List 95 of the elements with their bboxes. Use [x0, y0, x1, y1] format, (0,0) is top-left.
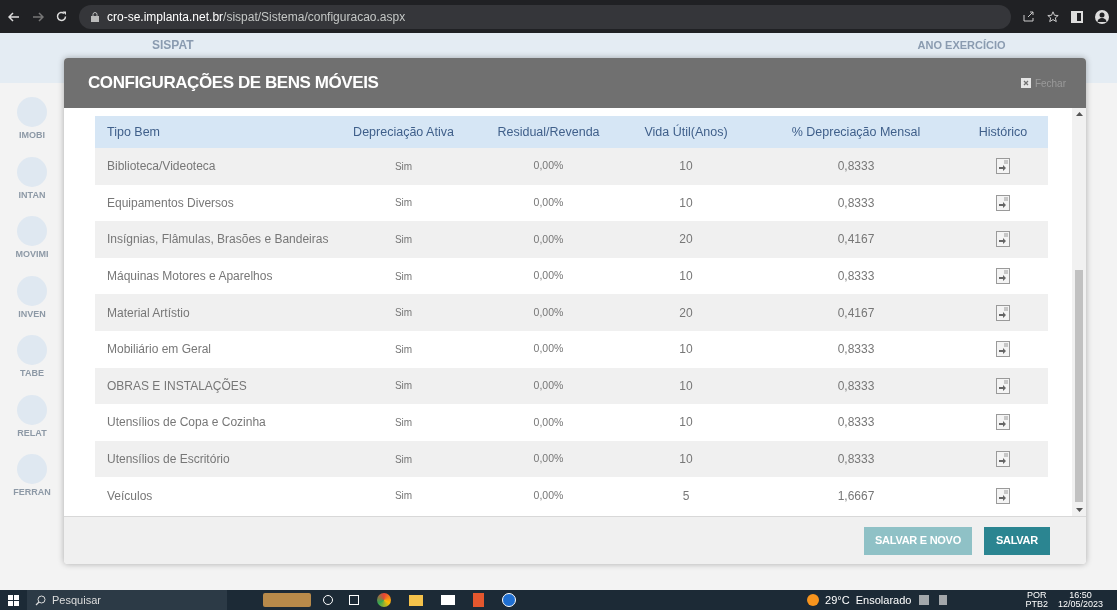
table-cell-text: 0,8333: [836, 451, 876, 469]
sidebar-icon[interactable]: [1071, 10, 1083, 23]
table-cell-text: Utensílios de Escritório: [106, 451, 231, 469]
table-cell-text: 1,6667: [836, 487, 876, 505]
column-header: Depreciação Ativa: [352, 123, 455, 141]
table-cell-text: Máquinas Motores e Aparelhos: [106, 268, 274, 286]
table-cell-text: Mobiliário em Geral: [106, 341, 213, 359]
table-cell-text: Sim: [393, 233, 414, 247]
table-cell-text: 0,8333: [836, 377, 876, 395]
weather-text[interactable]: 29°C Ensolarado: [825, 591, 912, 609]
table-cell-text: Sim: [393, 196, 414, 211]
column-header: % Depreciação Mensal: [790, 123, 922, 141]
dialog-title: CONFIGURAÇÕES DE BENS MÓVEIS: [88, 72, 379, 95]
chrome-icon[interactable]: [377, 593, 391, 607]
table-cell-text: 0,00%: [532, 341, 565, 357]
language-text[interactable]: POR: [1026, 591, 1047, 600]
table-cell-text: 0,00%: [532, 378, 565, 393]
table-cell-text: 10: [678, 377, 694, 395]
table-cell-text: 10: [678, 268, 694, 286]
year-label: ANO EXERCÍCIO: [917, 38, 1006, 52]
table-cell-text: 0,4167: [836, 231, 876, 249]
column-header: Vida Útil(Anos): [643, 123, 729, 141]
table-cell-text: Sim: [393, 269, 414, 284]
table-cell-text: Utensílios de Copa e Cozinha: [106, 414, 267, 432]
table-cell-text: Equipamentos Diversos: [106, 194, 235, 212]
table-cell-text: Sim: [393, 489, 414, 504]
table-cell-text: 10: [678, 341, 694, 359]
column-header: Histórico: [977, 123, 1029, 141]
taskbar-search-field[interactable]: Pesquisar: [27, 590, 227, 610]
scrollbar[interactable]: [1072, 108, 1086, 516]
sun-icon: [807, 594, 820, 606]
save-button[interactable]: SALVAR: [984, 526, 1050, 555]
close-icon: [1020, 78, 1031, 88]
table-cell-text: 5: [681, 487, 691, 505]
table-cell-text: 0,00%: [532, 487, 565, 503]
scroll-down-icon[interactable]: [1075, 508, 1083, 512]
table-cell-text: 0,00%: [532, 231, 565, 247]
table-cell-text: 0,00%: [532, 414, 565, 430]
scrollbar-thumb[interactable]: [1075, 270, 1083, 502]
table-cell-text: 0,8333: [836, 158, 876, 176]
table-cell-text: Biblioteca/Videoteca: [106, 158, 217, 176]
layout-text[interactable]: PTB2: [1025, 600, 1048, 609]
folder-icon[interactable]: [409, 594, 423, 606]
reload-icon[interactable]: [56, 11, 67, 22]
column-header: Tipo Bem: [106, 123, 162, 141]
table-cell-text: 0,00%: [532, 451, 565, 467]
sidebar-label[interactable]: FERRAN: [13, 486, 51, 500]
sidebar-label[interactable]: RELAT: [17, 426, 47, 440]
sidebar-label[interactable]: INVEN: [18, 307, 46, 321]
profile-icon[interactable]: [1095, 9, 1109, 24]
lock-icon: [91, 11, 99, 22]
table-cell-text: Sim: [393, 379, 414, 394]
address-bar[interactable]: cro-se.implanta.net.br/sispat/Sistema/configuracao.aspx: [79, 4, 1011, 29]
table-cell-text: 10: [678, 194, 694, 212]
search-icon: [35, 594, 46, 606]
table-cell-text: 10: [678, 451, 694, 469]
table-cell-text: 0,4167: [836, 304, 876, 322]
share-icon[interactable]: [1023, 11, 1035, 22]
scroll-up-icon[interactable]: [1075, 112, 1083, 116]
table-cell-text: Material Artístio: [106, 304, 191, 322]
clock-time[interactable]: 16:50: [1069, 591, 1092, 600]
sidebar-label[interactable]: IMOBI: [19, 129, 45, 143]
back-icon[interactable]: [8, 11, 20, 22]
table-cell-text: 10: [678, 158, 694, 176]
table-cell-text: 0,00%: [532, 304, 565, 320]
url-text: cro-se.implanta.net.br/sispat/Sistema/configuracao.aspx: [107, 8, 406, 26]
table-cell-text: 0,8333: [836, 194, 876, 212]
table-cell-text: Sim: [393, 415, 414, 430]
table-cell-text: Sim: [393, 306, 414, 321]
table-cell-text: 0,00%: [532, 158, 565, 174]
sidebar-label[interactable]: TABE: [20, 367, 44, 381]
table-cell-text: 0,8333: [836, 268, 876, 286]
table-cell-text: Sim: [393, 452, 414, 467]
table-cell-text: Sim: [393, 342, 414, 357]
windows-icon[interactable]: [8, 594, 19, 606]
table-cell-text: 10: [678, 414, 694, 432]
sidebar-label[interactable]: MOVIMI: [15, 248, 49, 262]
clock-date[interactable]: 12/05/2023: [1057, 600, 1103, 609]
star-icon[interactable]: [1047, 10, 1059, 23]
table-cell-text: 0,00%: [532, 268, 565, 284]
table-cell-text: 20: [678, 231, 694, 249]
app-name: SISPAT: [151, 38, 194, 52]
table-cell-text: 0,8333: [836, 414, 876, 432]
save-and-new-button[interactable]: SALVAR E NOVO: [864, 526, 972, 555]
task-view-icon[interactable]: [349, 595, 359, 605]
sidebar-label[interactable]: INTAN: [18, 188, 46, 202]
table-cell-text: Veículos: [106, 487, 154, 505]
table-cell-text: OBRAS E INSTALAÇÕES: [106, 377, 248, 395]
table-cell-text: 0,8333: [836, 341, 876, 359]
table-cell-text: 0,00%: [532, 195, 565, 210]
forward-icon[interactable]: [32, 11, 44, 22]
table-cell-text: Insígnias, Flâmulas, Brasões e Bandeiras: [106, 231, 330, 249]
table-cell-text: 20: [678, 304, 694, 322]
column-header: Residual/Revenda: [496, 123, 601, 141]
table-cell-text: Sim: [393, 159, 414, 174]
